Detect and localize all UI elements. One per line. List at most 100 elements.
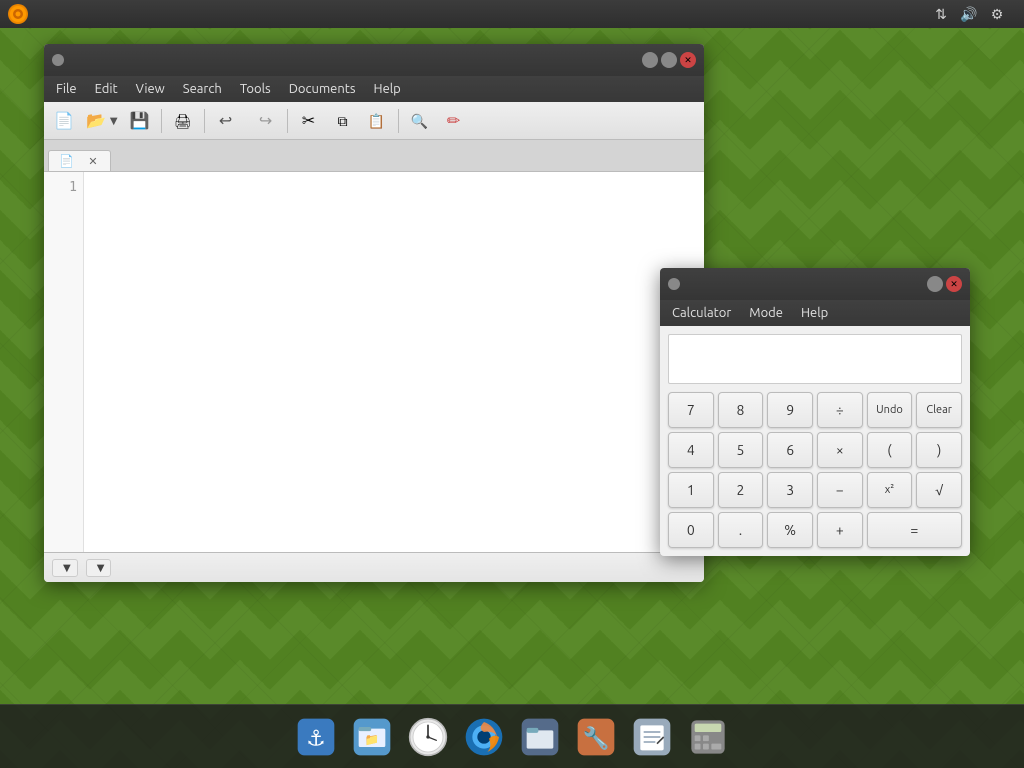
dock-clock[interactable] xyxy=(404,713,452,761)
calc-btn-8[interactable]: 8 xyxy=(718,392,764,428)
title-dot xyxy=(52,54,64,66)
menu-file[interactable]: File xyxy=(48,80,85,98)
line-number-1: 1 xyxy=(50,180,77,195)
language-selector[interactable]: ▼ xyxy=(52,559,78,577)
calc-btn-9[interactable]: 9 xyxy=(767,392,813,428)
calc-menu-help[interactable]: Help xyxy=(793,304,836,322)
window-controls: ✕ xyxy=(642,52,696,68)
calc-btn-Undo[interactable]: Undo xyxy=(867,392,913,428)
editor-area: 1 xyxy=(44,172,704,552)
menu-documents[interactable]: Documents xyxy=(281,80,364,98)
menu-search[interactable]: Search xyxy=(175,80,230,98)
calc-btn--[interactable]: % xyxy=(767,512,813,548)
calc-btn-6[interactable]: 6 xyxy=(767,432,813,468)
dock-calculator[interactable] xyxy=(684,713,732,761)
separator1 xyxy=(161,109,162,133)
calc-display xyxy=(668,334,962,384)
dock-system-tools[interactable]: 🔧 xyxy=(572,713,620,761)
power-icon: ⚙ xyxy=(988,5,1006,23)
paste-button[interactable] xyxy=(361,106,393,136)
spellcheck-button[interactable] xyxy=(438,106,470,136)
cut-icon xyxy=(302,111,315,130)
menu-tools[interactable]: Tools xyxy=(232,80,279,98)
calculator-window: ✕ Calculator Mode Help 789÷UndoClear 456×… xyxy=(660,268,970,556)
network-icon: ⇅ xyxy=(932,5,950,23)
tab-width-arrow: ▼ xyxy=(97,562,105,574)
dock-wharfmaster[interactable]: ⚓ xyxy=(292,713,340,761)
calc-titlebar-left xyxy=(668,278,686,290)
tab-unsaved-doc1[interactable]: 📄 ✕ xyxy=(48,150,111,171)
panel-right: ⇅ 🔊 ⚙ xyxy=(932,5,1016,23)
dock-text-editor[interactable] xyxy=(628,713,676,761)
panel-menu[interactable] xyxy=(8,4,34,24)
calc-btn--[interactable]: − xyxy=(817,472,863,508)
calc-btn-1[interactable]: 1 xyxy=(668,472,714,508)
save-icon xyxy=(130,111,150,130)
copy-button[interactable] xyxy=(327,106,359,136)
language-arrow: ▼ xyxy=(63,562,71,574)
calc-btn--[interactable]: = xyxy=(867,512,962,548)
calc-btn--[interactable]: ) xyxy=(916,432,962,468)
search-icon xyxy=(411,112,428,130)
separator2 xyxy=(204,109,205,133)
calc-btn-5[interactable]: 5 xyxy=(718,432,764,468)
minimize-button[interactable] xyxy=(642,52,658,68)
separator3 xyxy=(287,109,288,133)
calc-btn-Clear[interactable]: Clear xyxy=(916,392,962,428)
calc-btn-2[interactable]: 2 xyxy=(718,472,764,508)
line-numbers: 1 xyxy=(44,172,84,552)
dock-thunar[interactable] xyxy=(516,713,564,761)
redo-icon xyxy=(259,111,272,130)
calc-close-button[interactable]: ✕ xyxy=(946,276,962,292)
calc-menu-mode[interactable]: Mode xyxy=(741,304,791,322)
search-button[interactable] xyxy=(404,106,436,136)
calc-btn--[interactable]: × xyxy=(817,432,863,468)
calc-btn--[interactable]: . xyxy=(718,512,764,548)
new-button[interactable] xyxy=(48,106,80,136)
save-button[interactable] xyxy=(124,106,156,136)
calc-minimize-button[interactable] xyxy=(927,276,943,292)
undo-button[interactable] xyxy=(210,106,242,136)
tab-close-button[interactable]: ✕ xyxy=(86,154,100,168)
print-button[interactable] xyxy=(167,106,199,136)
open-button[interactable]: ▼ xyxy=(82,106,122,136)
calc-btn--[interactable]: + xyxy=(817,512,863,548)
pluma-window: ✕ File Edit View Search Tools Documents … xyxy=(44,44,704,582)
undo-icon xyxy=(219,111,232,130)
calc-btn-4[interactable]: 4 xyxy=(668,432,714,468)
calc-window-controls: ✕ xyxy=(927,276,962,292)
calc-buttons-grid: 789÷UndoClear 456×() 123−x²√ 0.%+= xyxy=(660,392,970,556)
calc-btn--[interactable]: ÷ xyxy=(817,392,863,428)
calc-titlebar: ✕ xyxy=(660,268,970,300)
tab-width-selector[interactable]: ▼ xyxy=(86,559,112,577)
volume-icon: 🔊 xyxy=(960,5,978,23)
top-panel: ⇅ 🔊 ⚙ xyxy=(0,0,1024,28)
close-button[interactable]: ✕ xyxy=(680,52,696,68)
dock-firefox[interactable] xyxy=(460,713,508,761)
svg-text:⚓: ⚓ xyxy=(306,726,325,750)
dock-file-manager[interactable]: 📁 xyxy=(348,713,396,761)
redo-button[interactable] xyxy=(250,106,282,136)
cut-button[interactable] xyxy=(293,106,325,136)
new-icon xyxy=(54,111,74,130)
titlebar-left xyxy=(52,54,70,66)
calc-btn-0[interactable]: 0 xyxy=(668,512,714,548)
calc-btn--[interactable]: √ xyxy=(916,472,962,508)
open-arrow: ▼ xyxy=(110,115,118,127)
separator4 xyxy=(398,109,399,133)
calc-btn-x-[interactable]: x² xyxy=(867,472,913,508)
pluma-menubar: File Edit View Search Tools Documents He… xyxy=(44,76,704,102)
maximize-button[interactable] xyxy=(661,52,677,68)
svg-text:🔧: 🔧 xyxy=(583,724,610,750)
editor-textarea[interactable] xyxy=(84,172,704,552)
calc-btn--[interactable]: ( xyxy=(867,432,913,468)
menu-help[interactable]: Help xyxy=(366,80,409,98)
panel-logo xyxy=(8,4,28,24)
status-bar: ▼ ▼ xyxy=(44,552,704,582)
calc-btn-3[interactable]: 3 xyxy=(767,472,813,508)
spellcheck-icon xyxy=(447,111,460,130)
calc-btn-7[interactable]: 7 xyxy=(668,392,714,428)
menu-edit[interactable]: Edit xyxy=(87,80,126,98)
menu-view[interactable]: View xyxy=(128,80,173,98)
calc-menu-calculator[interactable]: Calculator xyxy=(664,304,739,322)
